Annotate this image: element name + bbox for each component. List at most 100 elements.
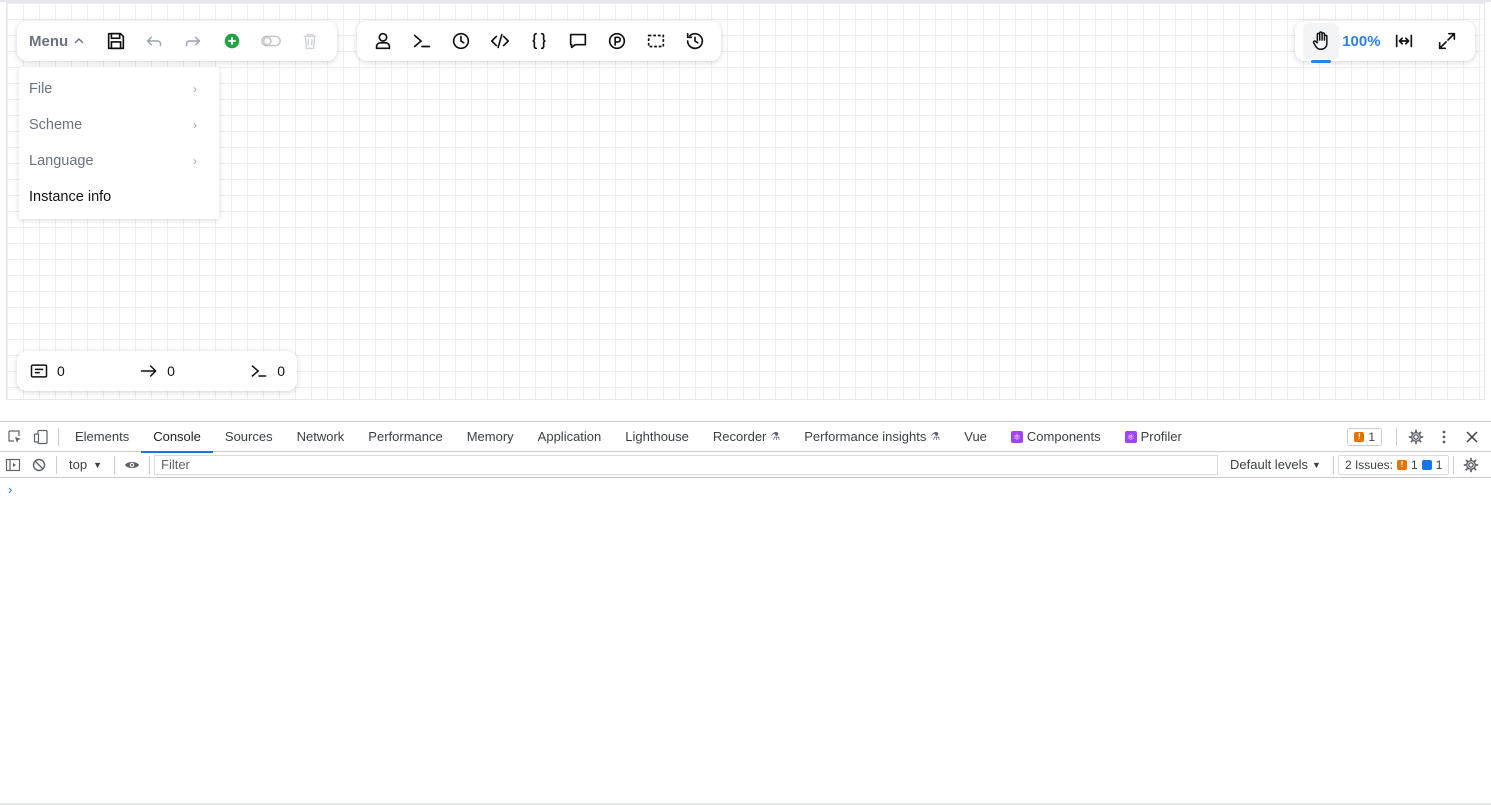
close-devtools-button[interactable] xyxy=(1459,422,1485,452)
menu-button[interactable]: Menu xyxy=(29,21,84,61)
add-button[interactable] xyxy=(213,21,252,61)
fit-width-button[interactable] xyxy=(1384,21,1424,61)
tab-sources[interactable]: Sources xyxy=(213,422,285,452)
warning-count-badge[interactable]: ! 1 xyxy=(1347,428,1382,446)
clear-console-button[interactable] xyxy=(26,450,52,480)
device-toolbar-button[interactable] xyxy=(28,422,54,452)
tab-console[interactable]: Console xyxy=(141,422,213,453)
info-icon xyxy=(1421,459,1432,470)
menu-item-file[interactable]: File › xyxy=(19,71,219,107)
tab-label: Recorder xyxy=(712,429,767,444)
undo-button[interactable] xyxy=(135,21,174,61)
tab-memory[interactable]: Memory xyxy=(455,422,526,452)
console-sidebar-button[interactable] xyxy=(0,450,26,480)
zoom-level[interactable]: 100% xyxy=(1342,33,1380,50)
history-tool-button[interactable] xyxy=(676,21,715,61)
menu-item-instance-info[interactable]: Instance info xyxy=(19,179,219,215)
save-button[interactable] xyxy=(96,21,135,61)
tab-label: Application xyxy=(537,429,602,444)
trash-icon xyxy=(303,33,316,50)
terminal-icon xyxy=(251,365,267,377)
divider xyxy=(1396,428,1397,446)
tab-network[interactable]: Network xyxy=(285,422,357,452)
pan-tool-button[interactable] xyxy=(1303,23,1339,63)
tab-application[interactable]: Application xyxy=(526,422,614,452)
json-tool-button[interactable] xyxy=(519,21,558,61)
tab-label: Elements xyxy=(75,429,130,444)
selection-tool-button[interactable] xyxy=(637,21,676,61)
redo-button[interactable] xyxy=(174,21,213,61)
more-options-button[interactable] xyxy=(1431,422,1457,452)
log-levels-dropdown[interactable]: Default levels ▼ xyxy=(1222,457,1329,472)
menu-dropdown: File › Scheme › Language › Instance info xyxy=(19,67,219,219)
divider xyxy=(1453,455,1455,474)
divider xyxy=(58,427,59,446)
divider xyxy=(56,455,57,474)
undo-icon xyxy=(147,36,162,47)
tab-elements[interactable]: Elements xyxy=(63,422,141,452)
settings-button[interactable] xyxy=(1403,422,1429,452)
console-toolbar: top ▼ Default levels ▼ 2 Issues: ! 1 1 xyxy=(0,452,1491,478)
menu-item-language[interactable]: Language › xyxy=(19,143,219,179)
react-icon: ⚛ xyxy=(1124,430,1137,443)
scheme-canvas[interactable]: Menu 100% File › Scheme › Language › Ins… xyxy=(6,2,1485,400)
gear-icon xyxy=(1463,457,1479,472)
close-icon xyxy=(1466,431,1478,443)
code-icon xyxy=(490,33,509,49)
fit-width-icon xyxy=(1395,34,1412,48)
divider xyxy=(149,455,150,474)
tab-label: Console xyxy=(153,429,201,444)
user-tool-button[interactable] xyxy=(363,21,402,61)
live-expression-button[interactable] xyxy=(119,450,145,480)
tab-label: Profiler xyxy=(1140,429,1182,444)
braces-icon xyxy=(532,32,546,50)
user-icon xyxy=(375,32,390,50)
flask-icon: ⚗ xyxy=(930,431,941,443)
dashed-rect-icon xyxy=(648,34,665,48)
delete-button[interactable] xyxy=(290,21,329,61)
terminal-tool-button[interactable] xyxy=(402,21,441,61)
tab-recorder[interactable]: Recorder ⚗ xyxy=(701,422,792,452)
menu-label: Menu xyxy=(29,32,69,50)
devtools-right-controls: ! 1 xyxy=(1347,422,1485,452)
toggle-button[interactable] xyxy=(251,21,290,61)
comment-tool-button[interactable] xyxy=(559,21,598,61)
main-toolbar: Menu xyxy=(17,21,337,61)
warning-icon: ! xyxy=(1397,459,1407,470)
divider xyxy=(1332,455,1334,474)
warning-icon: ! xyxy=(1354,432,1365,442)
console-prompt[interactable]: › xyxy=(0,478,1491,501)
chevron-right-icon: › xyxy=(193,82,197,96)
gear-icon xyxy=(1408,429,1424,445)
menu-item-scheme[interactable]: Scheme › xyxy=(19,107,219,143)
tab-components[interactable]: ⚛ Components xyxy=(999,422,1113,452)
issues-button[interactable]: 2 Issues: ! 1 1 xyxy=(1337,454,1450,475)
nodes-count: 0 xyxy=(29,361,65,381)
arrow-right-icon xyxy=(140,365,157,377)
device-icon xyxy=(33,429,48,444)
tab-performance-insights[interactable]: Performance insights ⚗ xyxy=(792,422,952,452)
add-circle-icon xyxy=(224,33,240,49)
chevron-right-icon: › xyxy=(193,154,197,168)
parameter-tool-button[interactable] xyxy=(598,21,637,61)
toggle-icon xyxy=(260,35,281,47)
react-icon: ⚛ xyxy=(1010,430,1023,443)
chevron-right-icon: › xyxy=(193,118,197,132)
context-selector[interactable]: top ▼ xyxy=(61,452,110,478)
inspect-element-button[interactable] xyxy=(2,422,28,452)
hand-icon xyxy=(1312,31,1328,50)
menu-item-label: Scheme xyxy=(29,117,83,133)
console-settings-button[interactable] xyxy=(1458,450,1484,480)
clock-icon xyxy=(452,32,469,50)
divider xyxy=(114,455,115,474)
fullscreen-button[interactable] xyxy=(1427,21,1467,61)
timer-tool-button[interactable] xyxy=(441,21,480,61)
code-tool-button[interactable] xyxy=(480,21,519,61)
scripts-count: 0 xyxy=(249,361,285,381)
console-filter-input[interactable] xyxy=(154,454,1218,475)
tab-performance[interactable]: Performance xyxy=(356,422,454,452)
tab-lighthouse[interactable]: Lighthouse xyxy=(613,422,701,452)
tab-profiler[interactable]: ⚛ Profiler xyxy=(1113,422,1194,452)
dropdown-arrow-icon: ▼ xyxy=(93,459,102,470)
tab-vue[interactable]: Vue xyxy=(952,422,999,452)
